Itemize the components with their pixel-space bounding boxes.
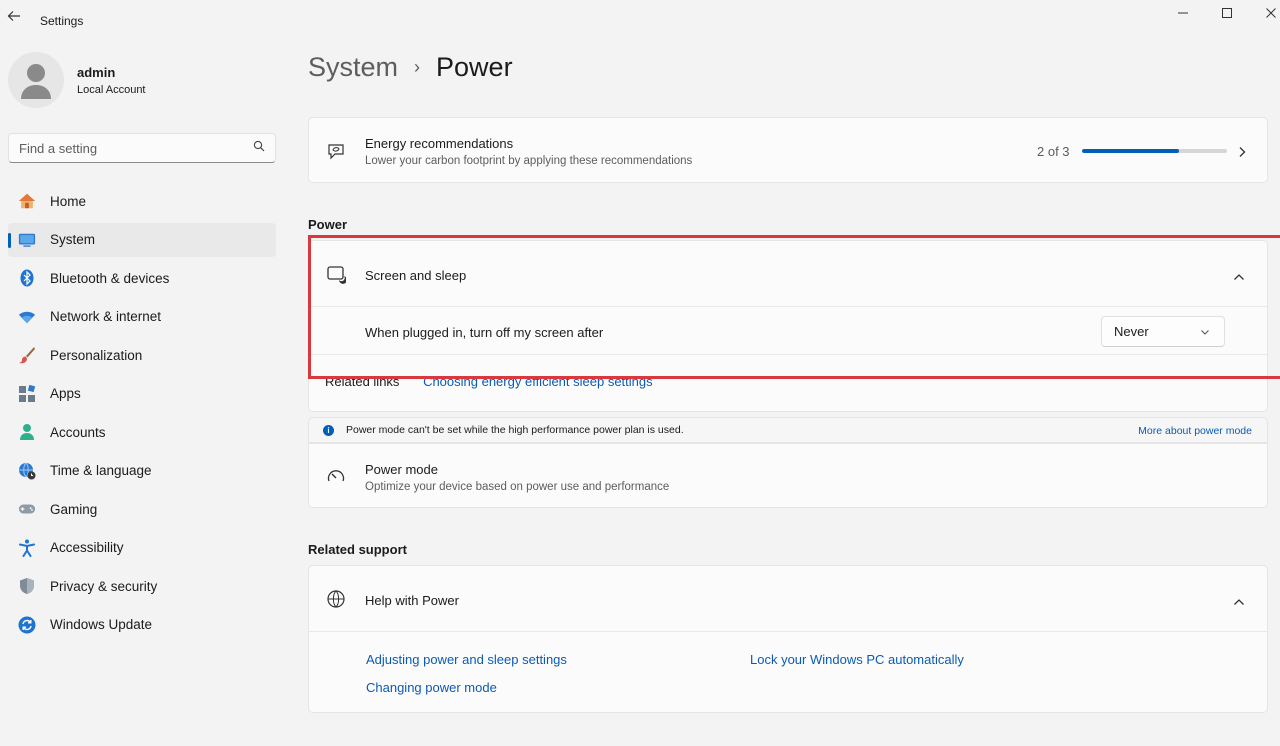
recommendation-progress-bar: [1082, 149, 1227, 153]
sidebar-item-label: Accessibility: [50, 540, 124, 555]
avatar: [8, 52, 64, 108]
update-icon: [18, 616, 36, 634]
sidebar-item-label: Privacy & security: [50, 578, 158, 594]
chevron-up-icon[interactable]: [1233, 269, 1245, 287]
sidebar-item-label: Windows Update: [50, 617, 153, 632]
energy-recommendations-card[interactable]: Energy recommendations Lower your carbon…: [308, 117, 1268, 183]
sidebar-item-label: Bluetooth & devices: [50, 270, 170, 286]
sidebar-item-label: Personalization: [50, 347, 143, 363]
chevron-right-icon[interactable]: [1237, 145, 1247, 163]
system-icon: [18, 231, 36, 249]
sidebar-item-windows-update[interactable]: Windows Update: [8, 608, 276, 642]
window-title: Settings: [40, 14, 84, 28]
related-links-row: Related links Choosing energy efficient …: [325, 374, 653, 389]
energy-title: Energy recommendations: [365, 136, 514, 151]
user-name: admin: [77, 64, 116, 80]
accessibility-icon: [18, 539, 36, 557]
power-mode-title: Power mode: [365, 462, 438, 477]
info-icon: i: [323, 424, 334, 436]
sidebar-item-label: Network & internet: [50, 309, 162, 324]
home-icon: [18, 192, 36, 210]
sidebar-item-accessibility[interactable]: Accessibility: [8, 531, 276, 565]
power-mode-subtitle: Optimize your device based on power use …: [365, 481, 670, 493]
sidebar-nav: Home System Bluetooth & devices Network …: [8, 184, 276, 646]
power-mode-card[interactable]: Power mode Optimize your device based on…: [308, 443, 1268, 508]
recommendation-count: 2 of 3: [1037, 144, 1070, 159]
breadcrumb: System › Power: [308, 52, 513, 83]
help-link-lock-pc[interactable]: Lock your Windows PC automatically: [750, 652, 964, 667]
sidebar-item-time-language[interactable]: Time & language: [8, 454, 276, 488]
close-button[interactable]: [1256, 4, 1280, 22]
user-profile[interactable]: admin Local Account: [8, 52, 146, 108]
accounts-icon: [18, 423, 36, 441]
back-arrow-icon[interactable]: [6, 8, 26, 28]
apps-icon: [18, 384, 36, 403]
sidebar-item-privacy-security[interactable]: Privacy & security: [8, 569, 276, 603]
search-box[interactable]: [8, 133, 276, 163]
help-title: Help with Power: [365, 593, 459, 608]
maximize-button[interactable]: [1212, 4, 1242, 22]
sidebar-item-label: Accounts: [50, 424, 106, 440]
search-input[interactable]: [19, 140, 253, 156]
sidebar-item-label: Time & language: [50, 463, 152, 478]
account-type: Local Account: [77, 83, 146, 96]
breadcrumb-parent[interactable]: System: [308, 52, 398, 83]
gamepad-icon: [18, 500, 36, 518]
sidebar-item-label: Home: [50, 193, 87, 209]
breadcrumb-separator: ›: [414, 57, 421, 77]
sidebar-item-personalization[interactable]: Personalization: [8, 338, 276, 372]
sidebar-item-label: System: [50, 232, 96, 247]
sidebar-item-label: Apps: [50, 386, 81, 401]
sidebar-item-system[interactable]: System: [8, 222, 276, 257]
bluetooth-icon: [18, 269, 36, 287]
help-link-changing-power-mode[interactable]: Changing power mode: [366, 680, 497, 695]
more-about-power-mode-link[interactable]: More about power mode: [1138, 425, 1252, 437]
sidebar-item-network[interactable]: Network & internet: [8, 300, 276, 334]
sidebar-item-label: Gaming: [50, 501, 98, 517]
related-links-label: Related links: [325, 374, 400, 389]
help-header[interactable]: Help with Power: [309, 566, 1267, 632]
page-title: Power: [436, 52, 513, 82]
minimize-button[interactable]: [1168, 4, 1198, 22]
info-message: Power mode can't be set while the high p…: [346, 424, 684, 436]
search-icon[interactable]: [253, 139, 265, 157]
dropdown-value: Never: [1114, 324, 1149, 339]
leaf-heart-icon: [325, 140, 347, 162]
sidebar-item-apps[interactable]: Apps: [8, 377, 276, 411]
power-mode-info-bar: i Power mode can't be set while the high…: [308, 417, 1268, 443]
screen-timeout-dropdown[interactable]: Never: [1101, 316, 1225, 347]
wifi-icon: [18, 308, 36, 326]
sidebar-item-accounts[interactable]: Accounts: [8, 415, 276, 449]
title-bar: Settings: [0, 0, 1280, 40]
help-with-power-card: Help with Power Adjusting power and slee…: [308, 565, 1268, 713]
person-icon: [21, 64, 51, 99]
chevron-up-icon[interactable]: [1233, 594, 1245, 612]
plugged-in-label: When plugged in, turn off my screen afte…: [365, 325, 604, 340]
screen-sleep-header[interactable]: Screen and sleep: [309, 241, 1267, 307]
plugged-in-setting-row: When plugged in, turn off my screen afte…: [309, 307, 1267, 355]
chevron-down-icon: [1200, 324, 1210, 339]
progress-fill: [1082, 149, 1180, 153]
screen-sleep-icon: [325, 263, 347, 285]
sidebar-item-home[interactable]: Home: [8, 184, 276, 218]
shield-icon: [18, 577, 36, 595]
screen-sleep-card: Screen and sleep When plugged in, turn o…: [308, 240, 1268, 412]
sidebar-item-bluetooth[interactable]: Bluetooth & devices: [8, 261, 276, 295]
speedometer-icon: [325, 465, 347, 487]
brush-icon: [18, 346, 36, 364]
globe-clock-icon: [18, 462, 36, 480]
power-section-label: Power: [308, 217, 348, 232]
screen-sleep-title: Screen and sleep: [365, 268, 467, 283]
globe-icon: [325, 588, 347, 610]
sidebar-item-gaming[interactable]: Gaming: [8, 492, 276, 526]
energy-subtitle: Lower your carbon footprint by applying …: [365, 155, 693, 167]
help-link-adjusting-power-sleep[interactable]: Adjusting power and sleep settings: [366, 652, 567, 667]
related-support-label: Related support: [308, 542, 407, 557]
energy-sleep-settings-link[interactable]: Choosing energy efficient sleep settings: [423, 374, 653, 389]
